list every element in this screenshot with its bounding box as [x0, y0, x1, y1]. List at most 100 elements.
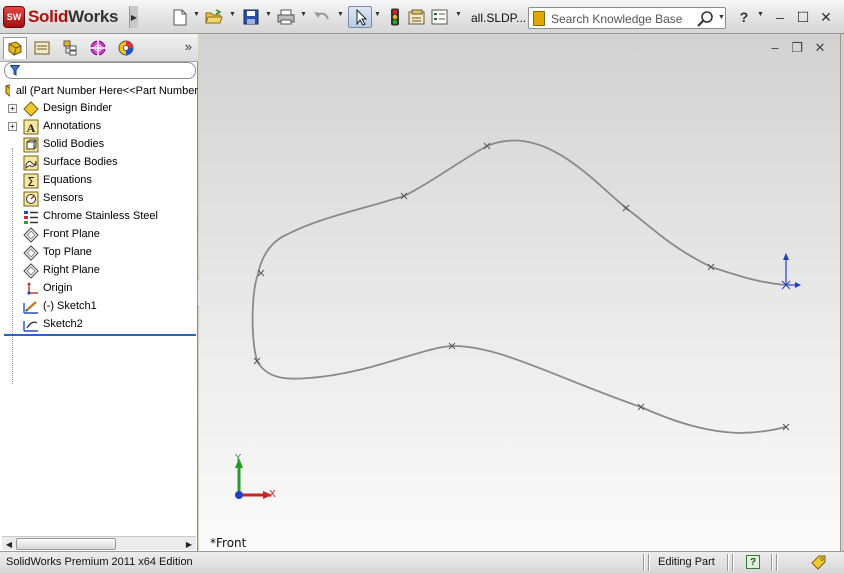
propertymanager-icon — [34, 41, 50, 55]
select-button[interactable] — [348, 6, 372, 28]
solid-bodies-icon — [23, 137, 39, 153]
tree-item-sketch1[interactable]: (-) Sketch1 — [0, 298, 198, 316]
status-separator — [643, 554, 645, 571]
tree-item-label: Equations — [43, 174, 92, 186]
tree-item-annotations[interactable]: + A Annotations — [0, 118, 198, 136]
feature-manager-panel: » all (Part Number Here<<Part Number + D… — [0, 34, 198, 551]
save-dropdown-icon[interactable]: ▼ — [265, 11, 272, 18]
featuremanager-tab[interactable] — [3, 37, 27, 59]
manager-tabs: » — [0, 34, 198, 62]
tag-icon[interactable] — [811, 555, 827, 573]
editing-mode-label: Editing Part — [658, 556, 715, 568]
sketch-origin-icon[interactable] — [781, 253, 801, 290]
tree-item-label: Sensors — [43, 192, 84, 204]
search-dropdown-icon[interactable]: ▼ — [718, 14, 725, 21]
undo-icon[interactable] — [312, 7, 332, 27]
options-icon[interactable] — [430, 7, 450, 27]
open-dropdown-icon[interactable]: ▼ — [229, 11, 236, 18]
expand-plus-icon[interactable]: + — [8, 122, 17, 131]
plane-icon — [23, 245, 39, 261]
solidworks-logo[interactable]: SW SolidWorks ▶ — [3, 4, 138, 30]
maximize-icon[interactable]: ☐ — [795, 9, 811, 26]
knowledge-base-search: ▼ — [528, 7, 726, 29]
tree-item-label: Solid Bodies — [43, 138, 105, 150]
logo-text-works: Works — [68, 7, 119, 26]
knowledge-book-icon[interactable] — [533, 11, 545, 26]
viewport-right-border — [840, 34, 844, 551]
rollback-bar[interactable] — [4, 334, 196, 336]
status-separator — [727, 554, 729, 571]
tree-horizontal-scrollbar[interactable]: ◀ ▶ — [2, 536, 196, 550]
status-bar: SolidWorks Premium 2011 x64 Edition Edit… — [0, 551, 844, 573]
tree-root-label: all (Part Number Here<<Part Number — [15, 85, 198, 97]
new-dropdown-icon[interactable]: ▼ — [193, 11, 200, 18]
triad-x-label: X — [269, 489, 276, 500]
filter-funnel-icon — [9, 65, 21, 79]
status-separator — [732, 554, 734, 571]
configurationmanager-tab[interactable] — [58, 37, 82, 59]
tree-item-surface-bodies[interactable]: Surface Bodies — [0, 154, 198, 172]
tree-item-label: Right Plane — [43, 264, 100, 276]
equations-icon: Σ — [23, 173, 39, 189]
help-dropdown-icon[interactable]: ▼ — [757, 11, 764, 18]
material-icon — [24, 211, 38, 224]
expand-plus-icon[interactable]: + — [8, 104, 17, 113]
graphics-area[interactable]: – ❐ ✕ Y X *Front — [199, 34, 840, 551]
reference-triad — [235, 458, 272, 499]
tree-item-right-plane[interactable]: Right Plane — [0, 262, 198, 280]
undo-dropdown-icon[interactable]: ▼ — [337, 11, 344, 18]
tree-item-origin[interactable]: Origin — [0, 280, 198, 298]
print-icon[interactable] — [276, 7, 296, 27]
sketch-icon — [23, 301, 38, 314]
search-input[interactable] — [551, 11, 691, 26]
options-dropdown-icon[interactable]: ▼ — [455, 11, 462, 18]
logo-text-solid: Solid — [28, 7, 69, 26]
scroll-left-icon[interactable]: ◀ — [3, 538, 15, 550]
help-button[interactable]: ? — [736, 9, 752, 25]
tree-item-label: Origin — [43, 282, 73, 294]
spline-upper[interactable] — [251, 139, 786, 362]
display-manager-tab[interactable] — [114, 37, 138, 59]
quick-tips-help-icon[interactable]: ? — [746, 555, 760, 569]
tree-item-design-binder[interactable]: + Design Binder — [0, 100, 198, 118]
scroll-right-icon[interactable]: ▶ — [183, 538, 195, 550]
dimxpert-tab[interactable] — [86, 37, 110, 59]
print-dropdown-icon[interactable]: ▼ — [300, 11, 307, 18]
new-document-icon[interactable] — [170, 7, 190, 27]
annotations-icon: A — [23, 119, 39, 135]
tree-item-solid-bodies[interactable]: Solid Bodies — [0, 136, 198, 154]
status-separator — [771, 554, 773, 571]
file-properties-icon[interactable] — [407, 7, 427, 27]
title-toolbar: SW SolidWorks ▶ ▼ ▼ ▼ ▼ ▼ ▼ ▼ all.SLDP..… — [0, 0, 844, 34]
rebuild-traffic-light-icon[interactable] — [385, 7, 405, 27]
select-dropdown-icon[interactable]: ▼ — [374, 11, 381, 18]
solidworks-logo-badge: SW — [3, 6, 25, 28]
document-title: all.SLDP... — [471, 11, 527, 25]
feature-filter-input[interactable] — [4, 62, 196, 79]
save-icon[interactable] — [241, 7, 261, 27]
part-icon — [5, 84, 10, 97]
tree-item-sketch2[interactable]: Sketch2 — [0, 316, 198, 334]
tree-root-part[interactable]: all (Part Number Here<<Part Number — [4, 82, 198, 100]
open-folder-icon[interactable] — [204, 7, 224, 27]
status-separator — [776, 554, 778, 571]
tree-item-front-plane[interactable]: Front Plane — [0, 226, 198, 244]
search-icon[interactable] — [697, 10, 715, 30]
close-icon[interactable]: ✕ — [818, 9, 834, 26]
tree-item-material[interactable]: Chrome Stainless Steel — [0, 208, 198, 226]
tree-item-label: Top Plane — [43, 246, 92, 258]
expand-panel-arrows-icon[interactable]: » — [185, 39, 192, 54]
display-manager-icon — [118, 40, 134, 56]
tree-item-label: Design Binder — [43, 102, 113, 114]
scroll-thumb[interactable] — [16, 538, 116, 550]
propertymanager-tab[interactable] — [30, 37, 54, 59]
tree-item-top-plane[interactable]: Top Plane — [0, 244, 198, 262]
tree-item-sensors[interactable]: Sensors — [0, 190, 198, 208]
origin-icon — [27, 282, 38, 295]
menu-flyout-arrow-icon[interactable]: ▶ — [129, 6, 138, 28]
minimize-icon[interactable]: – — [772, 9, 788, 25]
spline-point[interactable] — [622, 204, 630, 212]
tree-item-label: Annotations — [43, 120, 102, 132]
tree-item-equations[interactable]: Σ Equations — [0, 172, 198, 190]
spline-lower[interactable] — [256, 345, 787, 434]
